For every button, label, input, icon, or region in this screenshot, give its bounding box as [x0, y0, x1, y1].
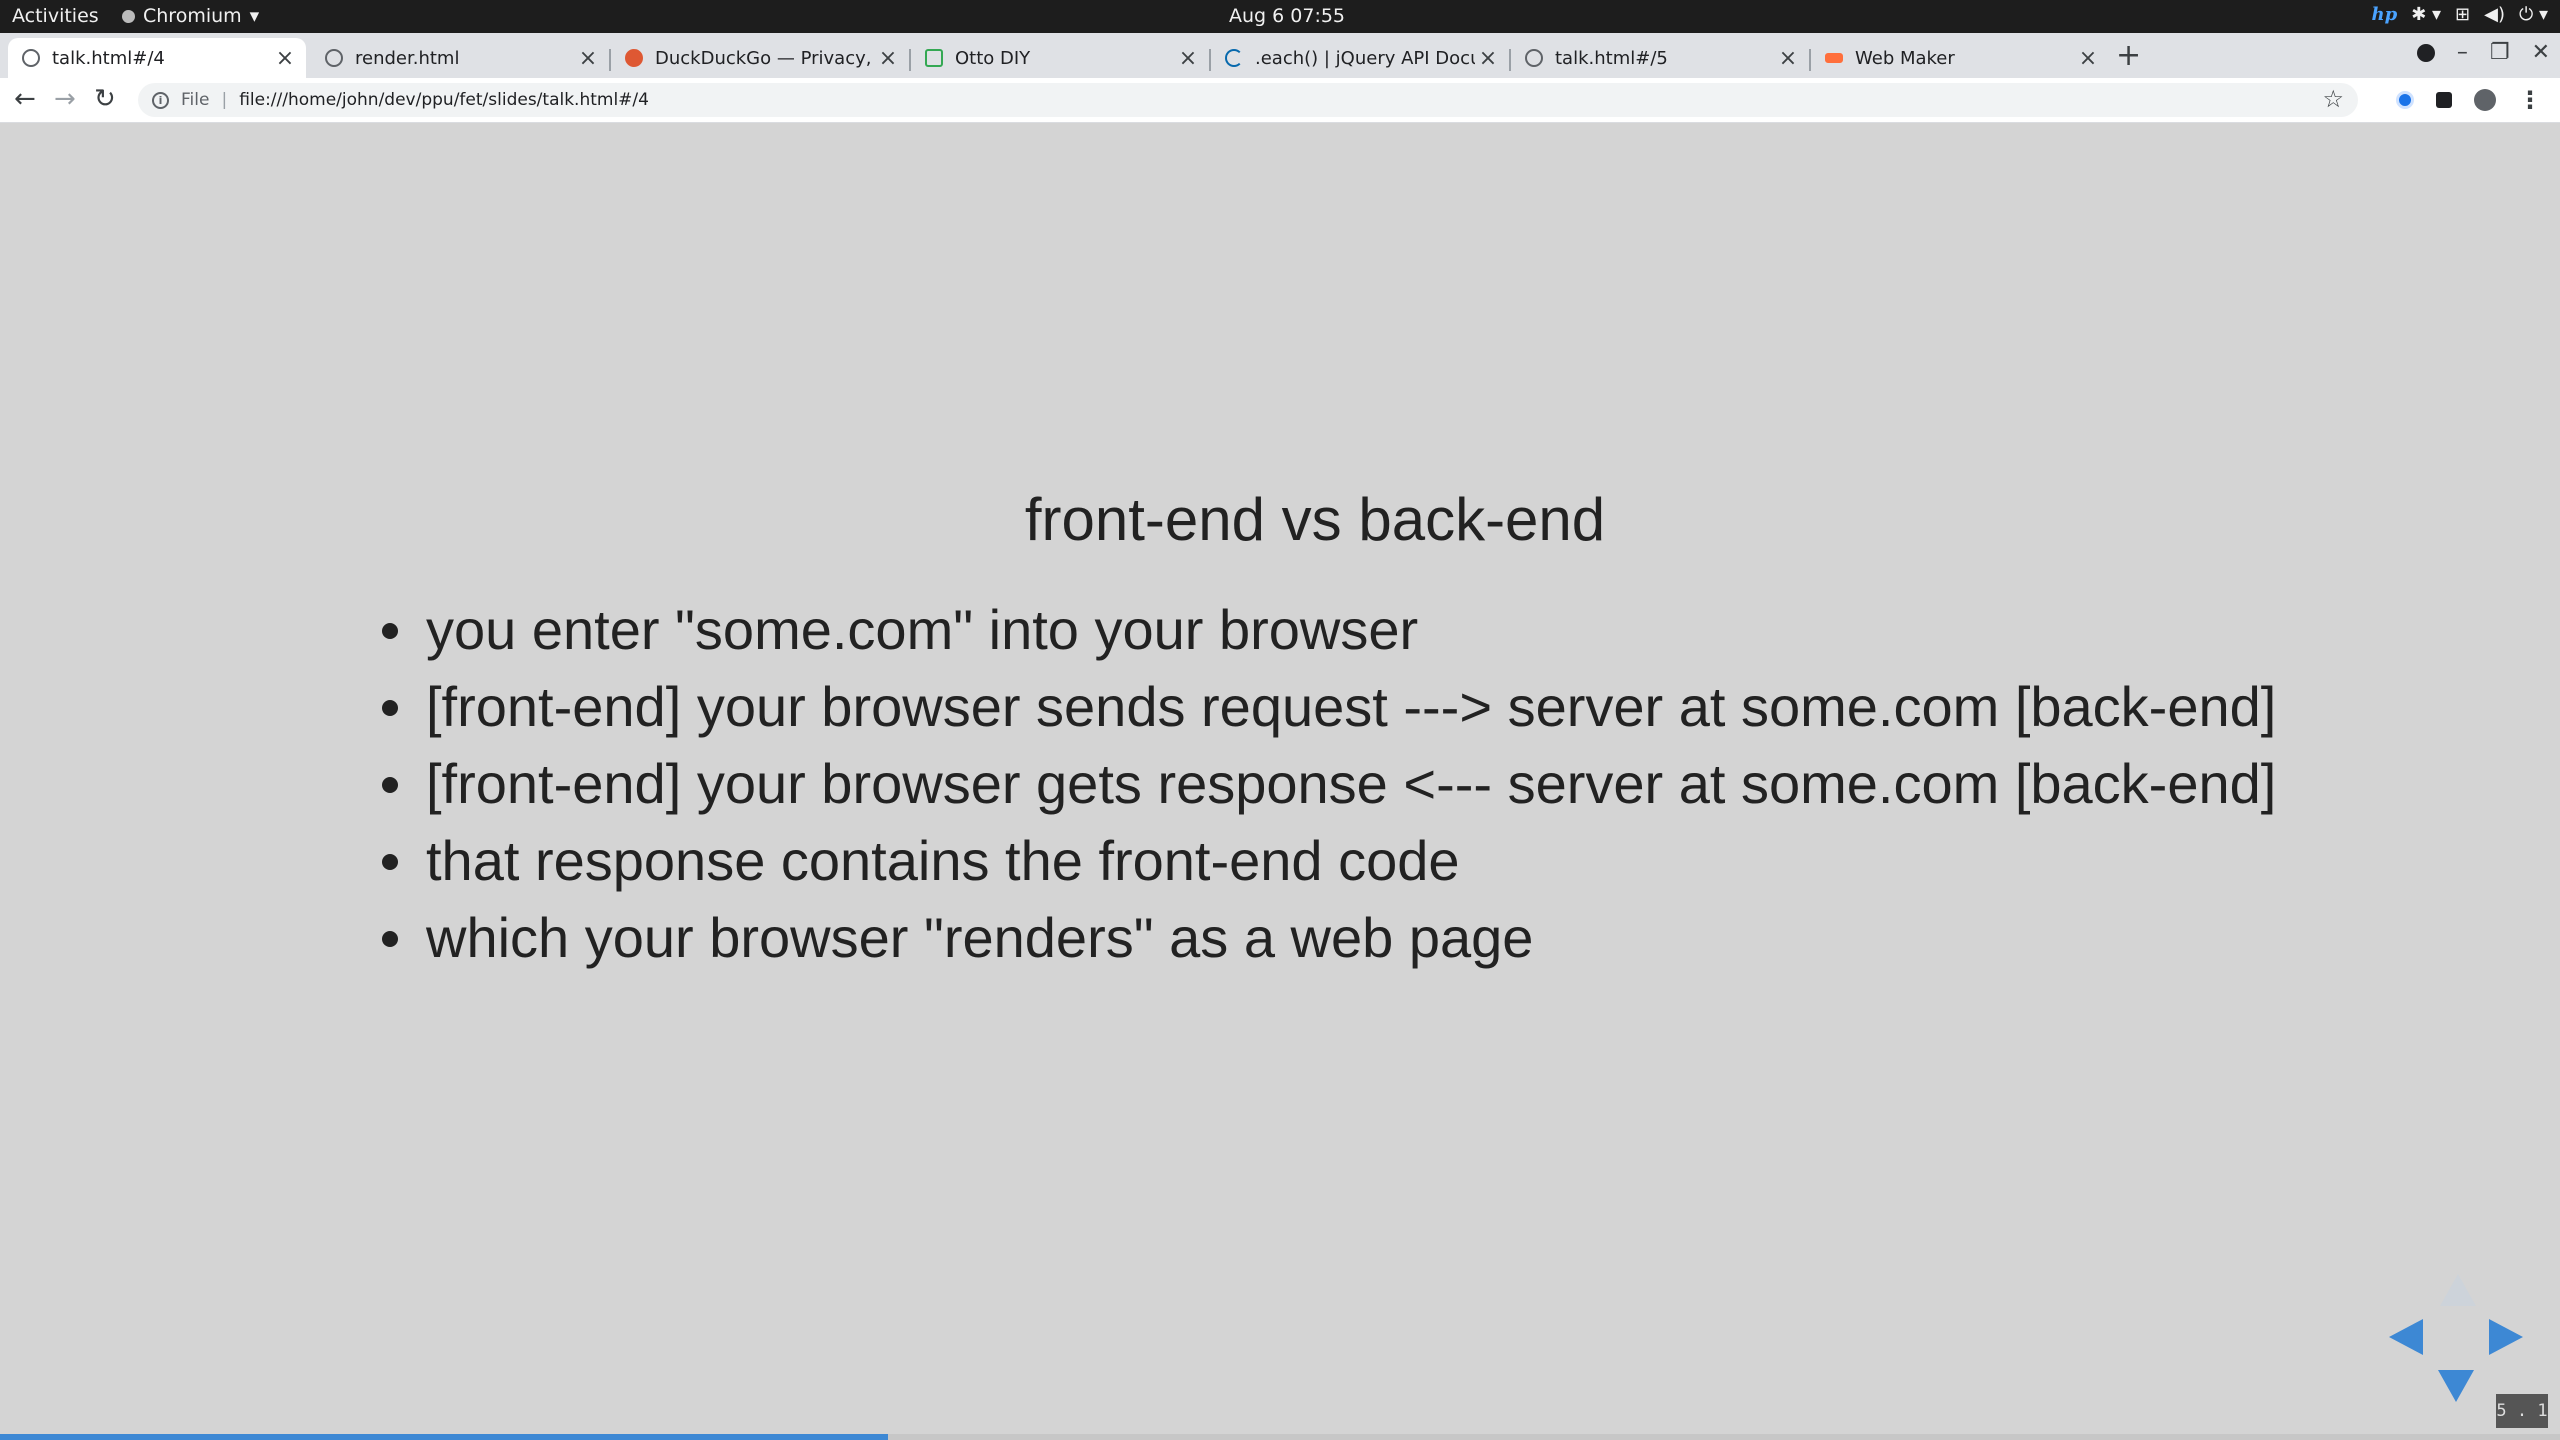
tab-title: talk.html#/4: [52, 47, 165, 69]
minimize-icon[interactable]: –: [2457, 40, 2468, 65]
kebab-menu-icon[interactable]: ⋮: [2518, 86, 2542, 114]
close-icon[interactable]: ×: [1175, 46, 1201, 71]
slide-title: front-end vs back-end: [1024, 486, 1606, 553]
forward-arrow-icon[interactable]: →: [54, 84, 76, 114]
bullet-item: that response contains the front-end cod…: [372, 822, 2276, 899]
slide-viewport: front-end vs back-end you enter "some.co…: [0, 123, 2560, 1440]
url-text[interactable]: file:///home/john/dev/ppu/fet/slides/tal…: [239, 90, 649, 110]
back-arrow-icon[interactable]: ←: [14, 84, 36, 114]
scheme-label: File: [181, 90, 210, 110]
nav-right-arrow-icon[interactable]: [2489, 1319, 2523, 1355]
slide-number: 5 . 1: [2496, 1394, 2548, 1428]
window-controls: – ❐ ✕: [2416, 40, 2550, 65]
close-icon[interactable]: ×: [875, 46, 901, 71]
bullet-item: [front-end] your browser sends request -…: [372, 668, 2276, 745]
nav-left-arrow-icon[interactable]: [2389, 1319, 2423, 1355]
network-icon[interactable]: ⊞: [2455, 4, 2470, 25]
tab-strip: talk.html#/4 × render.html × DuckDuckGo …: [0, 33, 2560, 78]
tab-title: talk.html#/5: [1555, 47, 1668, 69]
toolbar-icons: ⋮: [2396, 86, 2542, 114]
tab-title: DuckDuckGo — Privacy, s: [655, 47, 875, 69]
tab-search-icon[interactable]: [2416, 43, 2435, 62]
info-icon[interactable]: i: [152, 91, 169, 109]
tab-title: render.html: [355, 47, 460, 69]
tab-duckduckgo[interactable]: DuckDuckGo — Privacy, s ×: [611, 38, 909, 78]
close-icon[interactable]: ×: [2075, 46, 2101, 71]
progress-fill: [0, 1434, 889, 1440]
extension-icon[interactable]: [2396, 91, 2414, 109]
address-bar[interactable]: i File | file:///home/john/dev/ppu/fet/s…: [138, 83, 2358, 117]
close-icon[interactable]: ×: [575, 46, 601, 71]
chevron-down-icon: ▾: [249, 5, 260, 27]
restore-icon[interactable]: ❐: [2490, 40, 2510, 65]
tab-web-maker[interactable]: Web Maker ×: [1811, 38, 2109, 78]
reload-icon[interactable]: ↻: [94, 84, 116, 114]
progress-bar[interactable]: [0, 1434, 2560, 1440]
omnibox-divider: |: [221, 90, 228, 110]
nav-down-arrow-icon[interactable]: [2438, 1370, 2474, 1402]
tab-talk-5[interactable]: talk.html#/5 ×: [1511, 38, 1809, 78]
volume-icon[interactable]: ◀): [2484, 4, 2505, 25]
bullet-list: you enter "some.com" into your browser […: [372, 591, 2276, 976]
web-maker-icon: [1825, 53, 1843, 63]
tab-otto-diy[interactable]: Otto DIY ×: [911, 38, 1209, 78]
bullet-item: you enter "some.com" into your browser: [372, 591, 2276, 668]
close-window-icon[interactable]: ✕: [2532, 40, 2550, 65]
duckduckgo-icon: [625, 49, 643, 67]
tab-talk-4[interactable]: talk.html#/4 ×: [8, 38, 306, 78]
tab-title: .each() | jQuery API Docu: [1255, 47, 1475, 69]
close-icon[interactable]: ×: [272, 46, 298, 71]
chromium-icon: [122, 9, 135, 23]
extensions-puzzle-icon[interactable]: [2436, 92, 2452, 108]
tab-jquery-each[interactable]: .each() | jQuery API Docu ×: [1211, 38, 1509, 78]
bullet-item: [front-end] your browser gets response <…: [372, 745, 2276, 822]
tab-render[interactable]: render.html ×: [311, 38, 609, 78]
close-icon[interactable]: ×: [1775, 46, 1801, 71]
accessibility-icon[interactable]: ✱ ▾: [2411, 4, 2441, 25]
bullet-item: which your browser "renders" as a web pa…: [372, 899, 2276, 976]
new-tab-button[interactable]: +: [2116, 38, 2141, 73]
power-icon[interactable]: ⏻ ▾: [2519, 4, 2548, 25]
globe-icon: [1525, 49, 1543, 67]
bookmark-star-icon[interactable]: ☆: [2322, 85, 2344, 113]
otto-icon: [925, 49, 943, 67]
globe-icon: [22, 49, 40, 67]
app-menu[interactable]: Chromium ▾: [122, 5, 259, 27]
jquery-icon: [1225, 49, 1243, 67]
tab-title: Otto DIY: [955, 47, 1031, 69]
profile-avatar-icon[interactable]: [2474, 89, 2496, 111]
app-menu-label: Chromium: [143, 5, 242, 27]
close-icon[interactable]: ×: [1475, 46, 1501, 71]
clock[interactable]: Aug 6 07:55: [1229, 5, 1345, 27]
browser-toolbar: ← → ↻ i File | file:///home/john/dev/ppu…: [0, 78, 2560, 123]
globe-icon: [325, 49, 343, 67]
hp-icon[interactable]: hp: [2372, 4, 2398, 25]
nav-up-arrow-icon[interactable]: [2440, 1274, 2476, 1306]
system-top-bar: Activities Chromium ▾ Aug 6 07:55 hp ✱ ▾…: [0, 0, 2560, 33]
system-tray[interactable]: hp ✱ ▾ ⊞ ◀) ⏻ ▾: [2372, 4, 2549, 25]
tab-title: Web Maker: [1855, 47, 1955, 69]
activities-button[interactable]: Activities: [12, 5, 99, 27]
